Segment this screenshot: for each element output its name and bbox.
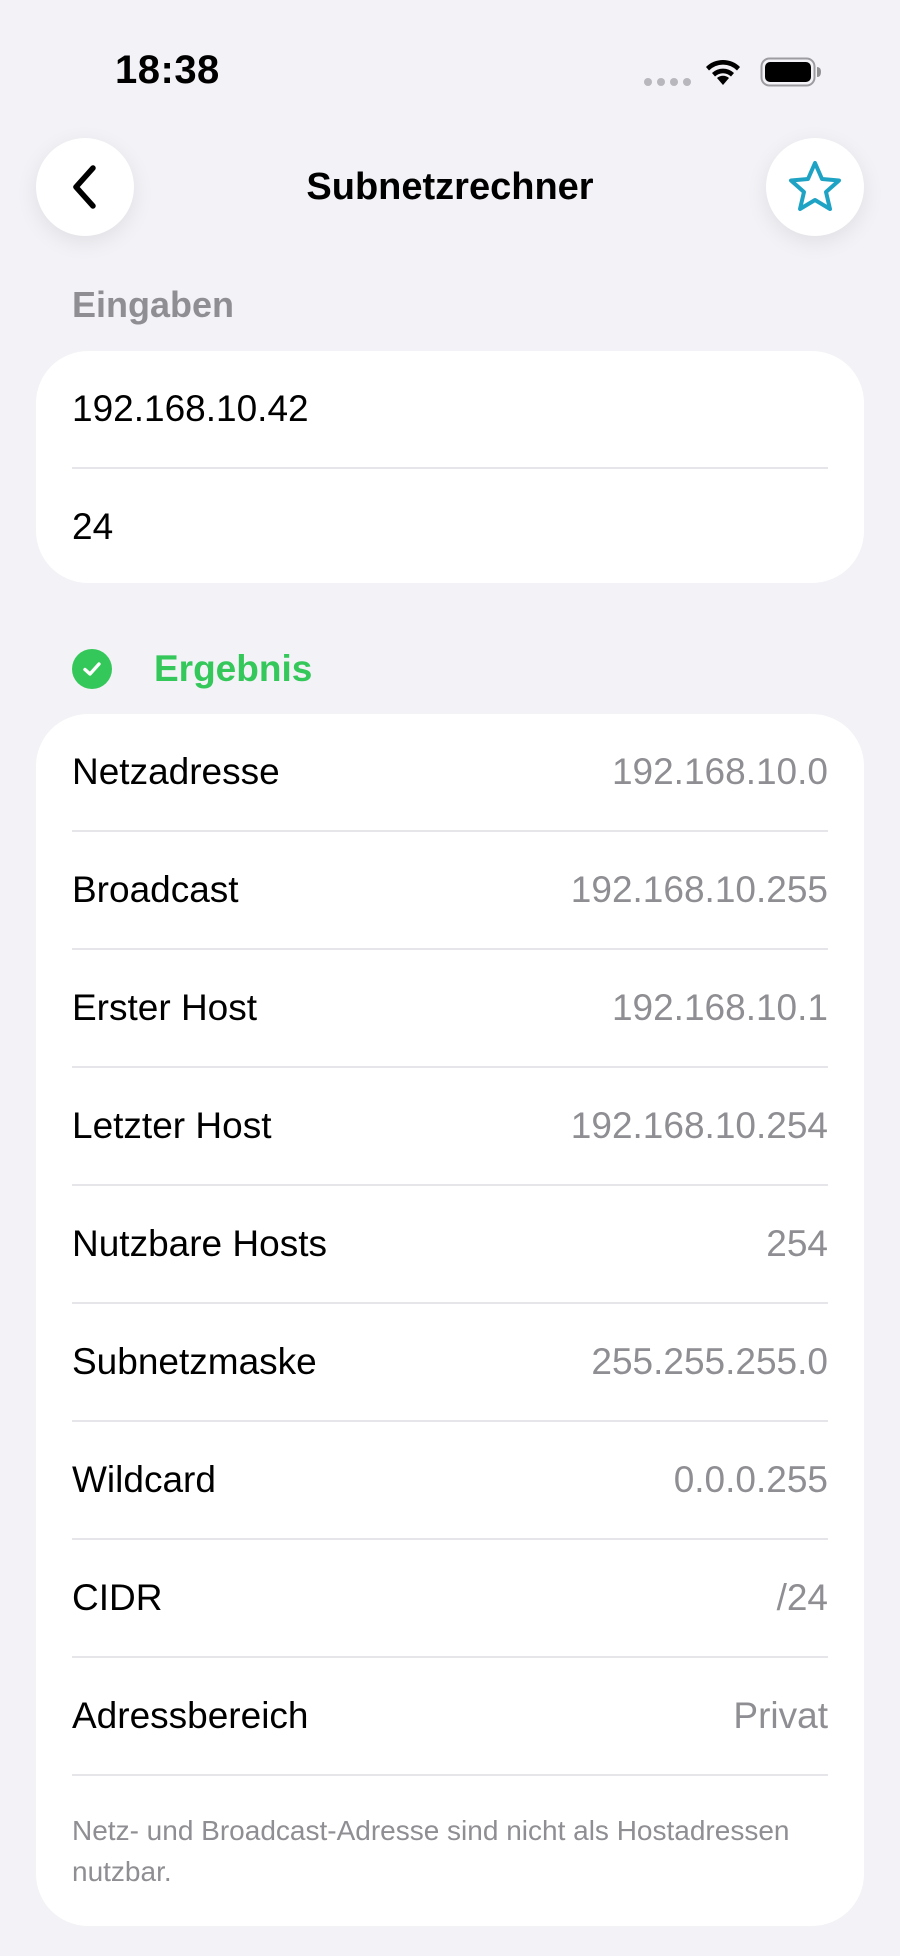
page-title: Subnetzrechner xyxy=(306,166,594,208)
result-value: 192.168.10.0 xyxy=(611,751,828,792)
result-label: Erster Host xyxy=(72,987,258,1028)
prefix-length-value: 24 xyxy=(72,506,114,547)
result-row-erster-host: Erster Host 192.168.10.1 xyxy=(72,948,828,1066)
result-label: Wildcard xyxy=(72,1459,216,1500)
battery-icon xyxy=(760,57,821,87)
result-row-subnetzmaske: Subnetzmaske 255.255.255.0 xyxy=(72,1302,828,1420)
result-label: Nutzbare Hosts xyxy=(72,1223,327,1264)
result-value: 255.255.255.0 xyxy=(591,1341,828,1382)
checkmark-circle-icon xyxy=(72,649,112,689)
result-row-cidr: CIDR /24 xyxy=(72,1538,828,1656)
result-row-wildcard: Wildcard 0.0.0.255 xyxy=(72,1420,828,1538)
result-footnote: Netz- und Broadcast-Adresse sind nicht a… xyxy=(72,1774,828,1926)
navigation-bar: Subnetzrechner xyxy=(0,138,900,238)
result-label: Adressbereich xyxy=(72,1695,309,1736)
result-section-label: Ergebnis xyxy=(154,648,313,689)
status-bar: 18:38 xyxy=(0,0,900,140)
result-value: 192.168.10.254 xyxy=(570,1105,828,1146)
result-row-letzter-host: Letzter Host 192.168.10.254 xyxy=(72,1066,828,1184)
result-label: Letzter Host xyxy=(72,1105,272,1146)
ip-address-field[interactable]: 192.168.10.42 xyxy=(72,351,828,467)
star-icon xyxy=(789,161,841,211)
result-value: 192.168.10.255 xyxy=(570,869,828,910)
result-card: Netzadresse 192.168.10.0 Broadcast 192.1… xyxy=(36,714,864,1926)
result-label: Broadcast xyxy=(72,869,239,910)
result-row-broadcast: Broadcast 192.168.10.255 xyxy=(72,830,828,948)
result-label: Subnetzmaske xyxy=(72,1341,317,1382)
prefix-length-field[interactable]: 24 xyxy=(72,467,828,585)
result-value: Privat xyxy=(733,1695,828,1736)
result-value: 254 xyxy=(766,1223,828,1264)
result-header: Ergebnis xyxy=(72,648,312,690)
result-value: 192.168.10.1 xyxy=(611,987,828,1028)
result-row-nutzbare-hosts: Nutzbare Hosts 254 xyxy=(72,1184,828,1302)
result-row-netzadresse: Netzadresse 192.168.10.0 xyxy=(72,714,828,830)
result-value: /24 xyxy=(776,1577,828,1618)
status-time: 18:38 xyxy=(115,48,220,92)
result-label: Netzadresse xyxy=(72,751,280,792)
wifi-icon xyxy=(706,59,740,85)
ip-address-value: 192.168.10.42 xyxy=(72,388,309,429)
favorite-button[interactable] xyxy=(766,138,864,236)
result-value: 0.0.0.255 xyxy=(673,1459,828,1500)
inputs-section-label: Eingaben xyxy=(72,284,235,325)
result-row-adressbereich: Adressbereich Privat xyxy=(72,1656,828,1774)
result-label: CIDR xyxy=(72,1577,163,1618)
inputs-card: 192.168.10.42 24 xyxy=(36,351,864,583)
cellular-signal-icon xyxy=(644,78,691,86)
